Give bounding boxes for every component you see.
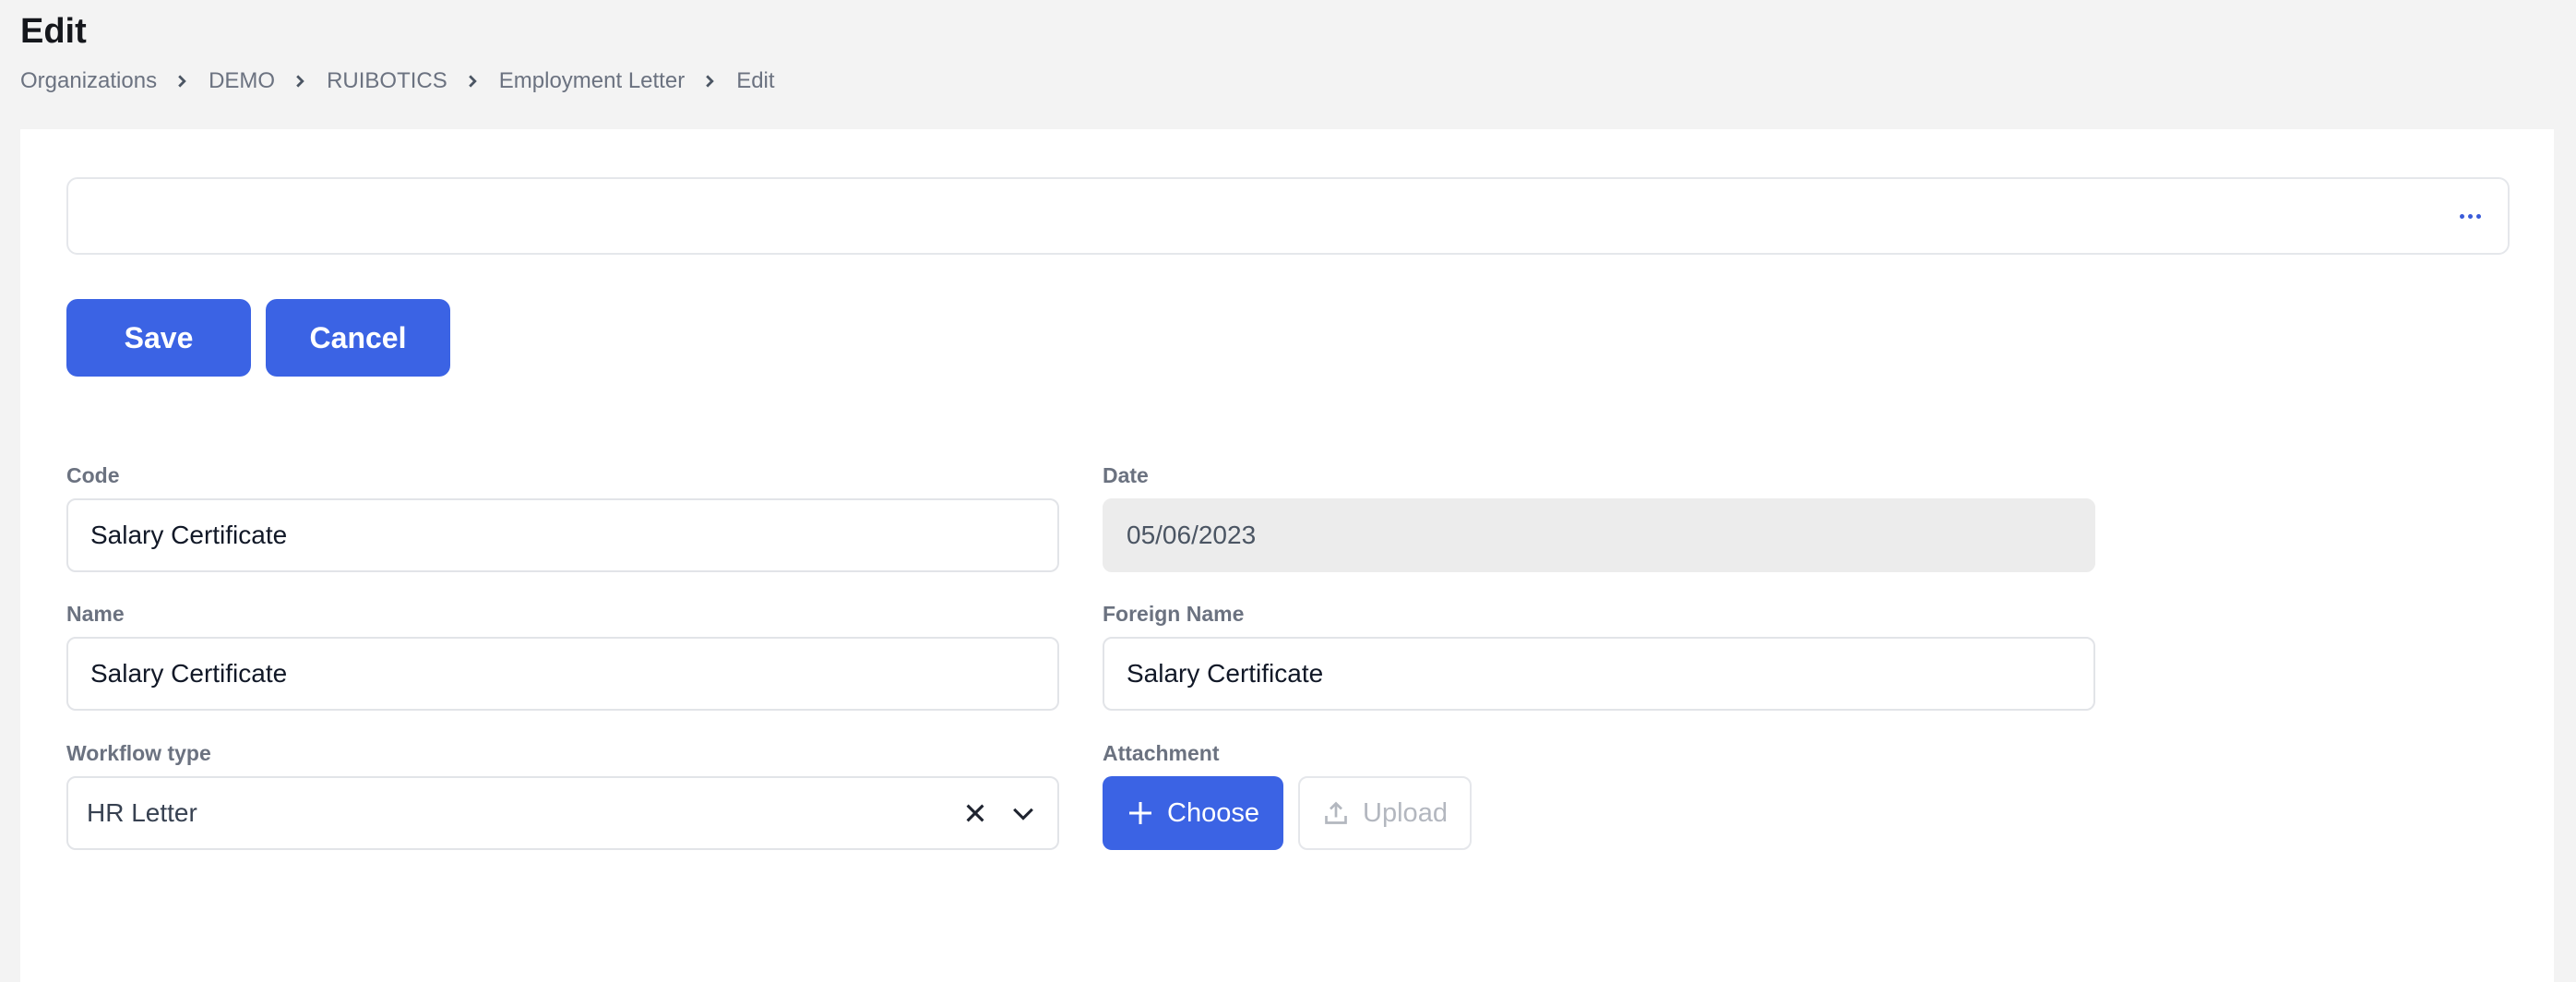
code-field: Code Salary Certificate xyxy=(66,463,1059,572)
upload-button[interactable]: Upload xyxy=(1298,776,1472,850)
name-field: Name Salary Certificate xyxy=(66,602,1059,711)
cancel-button[interactable]: Cancel xyxy=(266,299,450,377)
date-label: Date xyxy=(1103,463,1149,487)
toolbar xyxy=(66,177,2510,255)
edit-card: Save Cancel Code Salary Certificate Date… xyxy=(20,129,2554,982)
attachment-actions: Choose Upload xyxy=(1103,776,2095,850)
page-title: Edit xyxy=(20,12,87,51)
plus-icon xyxy=(1129,802,1152,824)
breadcrumb-employment-letter[interactable]: Employment Letter xyxy=(499,68,685,94)
chevron-right-icon xyxy=(703,75,716,88)
breadcrumb-edit: Edit xyxy=(736,68,775,93)
choose-button[interactable]: Choose xyxy=(1103,776,1283,850)
page-header: Edit Organizations DEMO RUIBOTICS Employ… xyxy=(20,11,775,94)
breadcrumb-organizations[interactable]: Organizations xyxy=(20,68,157,94)
workflow-type-field: Workflow type HR Letter xyxy=(66,741,1059,850)
chevron-right-icon xyxy=(175,75,188,88)
chevron-right-icon xyxy=(293,75,306,88)
upload-label: Upload xyxy=(1363,797,1448,828)
name-label: Name xyxy=(66,602,125,626)
code-input[interactable]: Salary Certificate xyxy=(66,498,1059,572)
name-input[interactable]: Salary Certificate xyxy=(66,637,1059,711)
date-field: Date 05/06/2023 xyxy=(1103,463,2095,572)
code-label: Code xyxy=(66,463,120,487)
action-buttons: Save Cancel xyxy=(66,299,450,377)
save-button[interactable]: Save xyxy=(66,299,251,377)
workflow-type-select[interactable]: HR Letter xyxy=(66,776,1059,850)
attachment-label: Attachment xyxy=(1103,741,1220,765)
attachment-field: Attachment Choose Upload xyxy=(1103,741,2095,850)
breadcrumb: Organizations DEMO RUIBOTICS Employment … xyxy=(20,68,775,94)
breadcrumb-demo[interactable]: DEMO xyxy=(209,68,275,94)
foreign-name-field: Foreign Name Salary Certificate xyxy=(1103,602,2095,711)
dot xyxy=(2467,213,2473,219)
dot xyxy=(2475,213,2481,219)
clear-icon[interactable] xyxy=(960,797,991,829)
choose-label: Choose xyxy=(1167,797,1259,828)
dot xyxy=(2459,213,2464,219)
upload-icon xyxy=(1325,801,1347,824)
foreign-name-label: Foreign Name xyxy=(1103,602,1245,626)
chevron-down-icon[interactable] xyxy=(1008,797,1039,829)
breadcrumb-ruibotics[interactable]: RUIBOTICS xyxy=(327,68,447,94)
chevron-right-icon xyxy=(466,75,479,88)
foreign-name-input[interactable]: Salary Certificate xyxy=(1103,637,2095,711)
workflow-type-value: HR Letter xyxy=(87,798,197,827)
date-input: 05/06/2023 xyxy=(1103,498,2095,572)
workflow-type-label: Workflow type xyxy=(66,741,211,765)
ellipsis-icon[interactable] xyxy=(2456,203,2484,229)
